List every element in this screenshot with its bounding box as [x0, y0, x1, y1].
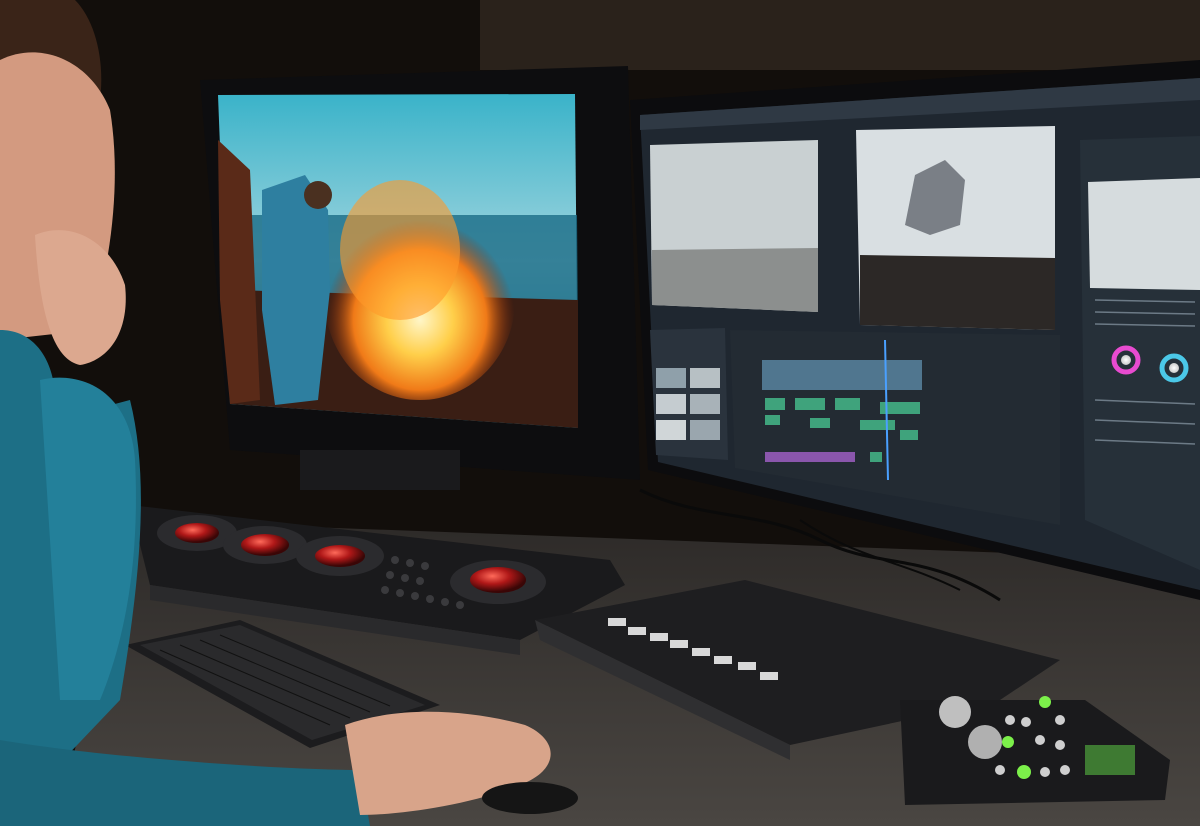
- man-figure: [262, 175, 330, 405]
- jog-wheel[interactable]: [939, 696, 971, 728]
- trackball-4[interactable]: [470, 567, 526, 593]
- scene-svg: [0, 0, 1200, 826]
- shuttle-knob[interactable]: [968, 725, 1002, 759]
- mouse[interactable]: [482, 782, 578, 814]
- left-monitor: [200, 66, 640, 490]
- back-wall: [480, 0, 1200, 70]
- trackball-3[interactable]: [315, 545, 365, 567]
- green-led: [1039, 696, 1051, 708]
- timeline-purple-track: [765, 452, 855, 462]
- trackball-2[interactable]: [241, 534, 289, 556]
- trackball-1[interactable]: [175, 523, 219, 543]
- left-monitor-stand: [300, 450, 460, 490]
- editing-suite-photo: [0, 0, 1200, 826]
- timeline-video-clips: [762, 360, 922, 390]
- lumetri-preview: [1088, 178, 1200, 290]
- lcd-display: [1085, 745, 1135, 775]
